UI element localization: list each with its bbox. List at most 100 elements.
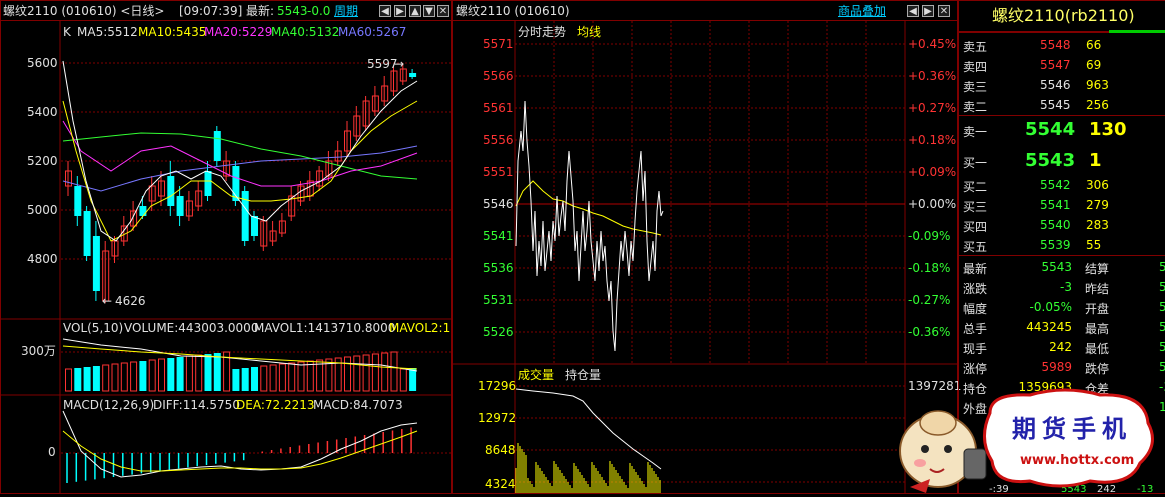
ob-label: 买三 bbox=[963, 200, 988, 214]
stat-label: 涨停 bbox=[963, 362, 988, 376]
open-interest-label: 持仓量 bbox=[565, 368, 602, 382]
intraday-right-axis-label: +0.18% bbox=[908, 133, 957, 147]
stat-label-2: 结算 bbox=[1085, 262, 1110, 276]
order-book-row[interactable]: 买二 5542 306 bbox=[959, 176, 1165, 195]
intraday-right-axis-label: -0.27% bbox=[908, 293, 951, 307]
ma20-line bbox=[62, 120, 418, 187]
intraday-right-axis-label: +0.27% bbox=[908, 101, 957, 115]
order-book-row[interactable]: 卖二 5545 256 bbox=[959, 96, 1165, 115]
watermark-url: www.hottx.com bbox=[1020, 453, 1135, 468]
ob-price: 5544 bbox=[1025, 119, 1076, 140]
ob-vol: 55 bbox=[1086, 238, 1102, 252]
stat-value: 5989 bbox=[1041, 360, 1072, 374]
intraday-left-axis-label: 5556 bbox=[483, 133, 514, 147]
ob-label: 买一 bbox=[963, 156, 988, 170]
order-book-row[interactable]: 卖四 5547 69 bbox=[959, 56, 1165, 75]
ob-price: 5542 bbox=[1040, 178, 1071, 192]
ob-price: 5546 bbox=[1040, 78, 1071, 92]
ob-label: 卖四 bbox=[963, 60, 988, 74]
intraday-chart[interactable] bbox=[453, 1, 957, 493]
stat-value: 443245 bbox=[1026, 320, 1072, 334]
kline-chart[interactable] bbox=[1, 1, 451, 493]
stat-label: 总手 bbox=[963, 322, 988, 336]
open-interest-line bbox=[515, 388, 662, 470]
stat-label-2: 昨结 bbox=[1085, 282, 1110, 296]
ob-price: 5545 bbox=[1040, 98, 1071, 112]
stat-row: 涨停 5989 跌停 5 bbox=[959, 358, 1165, 377]
watermark-title: 期货手机 bbox=[1012, 415, 1132, 443]
high-price-label: 5597 bbox=[367, 57, 398, 71]
stat-label-2: 最高 bbox=[1085, 322, 1110, 336]
ob-vol: 66 bbox=[1086, 38, 1102, 52]
order-book-row[interactable]: 买五 5539 55 bbox=[959, 236, 1165, 255]
stat-label: 最新 bbox=[963, 262, 988, 276]
order-book-row[interactable]: 买一 5543 1 bbox=[959, 148, 1165, 171]
ob-label: 卖五 bbox=[963, 40, 988, 54]
ob-price: 5548 bbox=[1040, 38, 1071, 52]
dea-value: DEA:72.2213 bbox=[236, 398, 315, 412]
stat-value-2: 5 bbox=[1159, 260, 1165, 274]
ob-price: 5541 bbox=[1040, 198, 1071, 212]
order-book-row[interactable]: 买四 5540 283 bbox=[959, 216, 1165, 235]
intraday-left-axis-label: 5566 bbox=[483, 69, 514, 83]
mavol2-value: MAVOL2:1 bbox=[389, 321, 451, 335]
mavol1-value: MAVOL1:1413710.8000 bbox=[254, 321, 396, 335]
vol-axis-4324: 4324 bbox=[485, 477, 516, 491]
quote-title: 螺纹2110(rb2110) bbox=[992, 6, 1135, 25]
macd-value: MACD:84.7073 bbox=[313, 398, 403, 412]
ob-price: 5539 bbox=[1040, 238, 1071, 252]
intraday-left-axis-label: 5551 bbox=[483, 165, 514, 179]
ob-label: 卖一 bbox=[963, 125, 988, 139]
stat-row: 最新 5543 结算 5 bbox=[959, 258, 1165, 277]
intraday-panel[interactable]: 螺纹2110 (010610) 商品叠加 ◀ ▶ ✕ 分时走势 均线 5571 5… bbox=[452, 0, 961, 494]
ob-price: 5540 bbox=[1040, 218, 1071, 232]
price-line bbox=[515, 100, 664, 352]
diff-value: DIFF:114.5750 bbox=[153, 398, 240, 412]
intraday-right-axis-label: -0.36% bbox=[908, 325, 951, 339]
vol-axis-8648: 8648 bbox=[485, 443, 516, 457]
stat-value-2: 5 bbox=[1159, 280, 1165, 294]
intraday-left-axis-label: 5571 bbox=[483, 37, 514, 51]
stat-label: 现手 bbox=[963, 342, 988, 356]
order-book-row[interactable]: 买三 5541 279 bbox=[959, 196, 1165, 215]
high-arrow-icon: → bbox=[394, 57, 405, 71]
intraday-right-axis-label: -0.18% bbox=[908, 261, 951, 275]
ob-vol: 69 bbox=[1086, 58, 1102, 72]
ob-vol: 256 bbox=[1086, 98, 1109, 112]
ma5-line bbox=[62, 60, 418, 242]
intraday-right-axis-label: +0.09% bbox=[908, 165, 957, 179]
ob-vol: 130 bbox=[1089, 119, 1127, 140]
stat-label: 涨跌 bbox=[963, 282, 988, 296]
order-book-row[interactable]: 卖三 5546 963 bbox=[959, 76, 1165, 95]
order-book-row[interactable]: 卖一 5544 130 bbox=[959, 117, 1165, 140]
stat-value: 5543 bbox=[1041, 260, 1072, 274]
quote-title-bar: 螺纹2110(rb2110) bbox=[959, 1, 1165, 33]
intraday-right-axis-label: -0.09% bbox=[908, 229, 951, 243]
ob-label: 买五 bbox=[963, 240, 988, 254]
stat-label-2: 跌停 bbox=[1085, 362, 1110, 376]
stat-value: -0.05% bbox=[1029, 300, 1072, 314]
intraday-right-axis-label: +0.36% bbox=[908, 69, 957, 83]
ob-label: 买二 bbox=[963, 180, 988, 194]
ob-label: 买四 bbox=[963, 220, 988, 234]
low-price-label: 4626 bbox=[115, 294, 146, 308]
mavol2-line bbox=[62, 345, 418, 370]
order-book-row[interactable]: 卖五 5548 66 bbox=[959, 36, 1165, 55]
ob-label: 卖二 bbox=[963, 100, 988, 114]
stat-value: 242 bbox=[1049, 340, 1072, 354]
stat-row: 幅度 -0.05% 开盘 5 bbox=[959, 298, 1165, 317]
ma10-line bbox=[62, 100, 418, 242]
intraday-right-axis-label: +0.00% bbox=[908, 197, 957, 211]
quote-accent bbox=[1109, 30, 1165, 33]
stat-row: 现手 242 最低 5 bbox=[959, 338, 1165, 357]
volume-value: VOLUME:443003.0000 bbox=[124, 321, 259, 335]
ob-vol: 1 bbox=[1089, 150, 1102, 171]
ma-lines bbox=[62, 60, 418, 242]
ob-vol: 306 bbox=[1086, 178, 1109, 192]
macd-label: MACD(12,26,9) bbox=[63, 398, 155, 412]
ma40-line bbox=[62, 132, 418, 180]
kline-panel[interactable]: 螺纹2110 (010610) <日线> [09:07:39] 最新: 5543… bbox=[0, 0, 452, 494]
volume-legend: VOL(5,10) VOLUME:443003.0000 MAVOL1:1413… bbox=[61, 321, 451, 335]
ob-price: 5543 bbox=[1025, 150, 1076, 171]
stat-label: 幅度 bbox=[963, 302, 988, 316]
